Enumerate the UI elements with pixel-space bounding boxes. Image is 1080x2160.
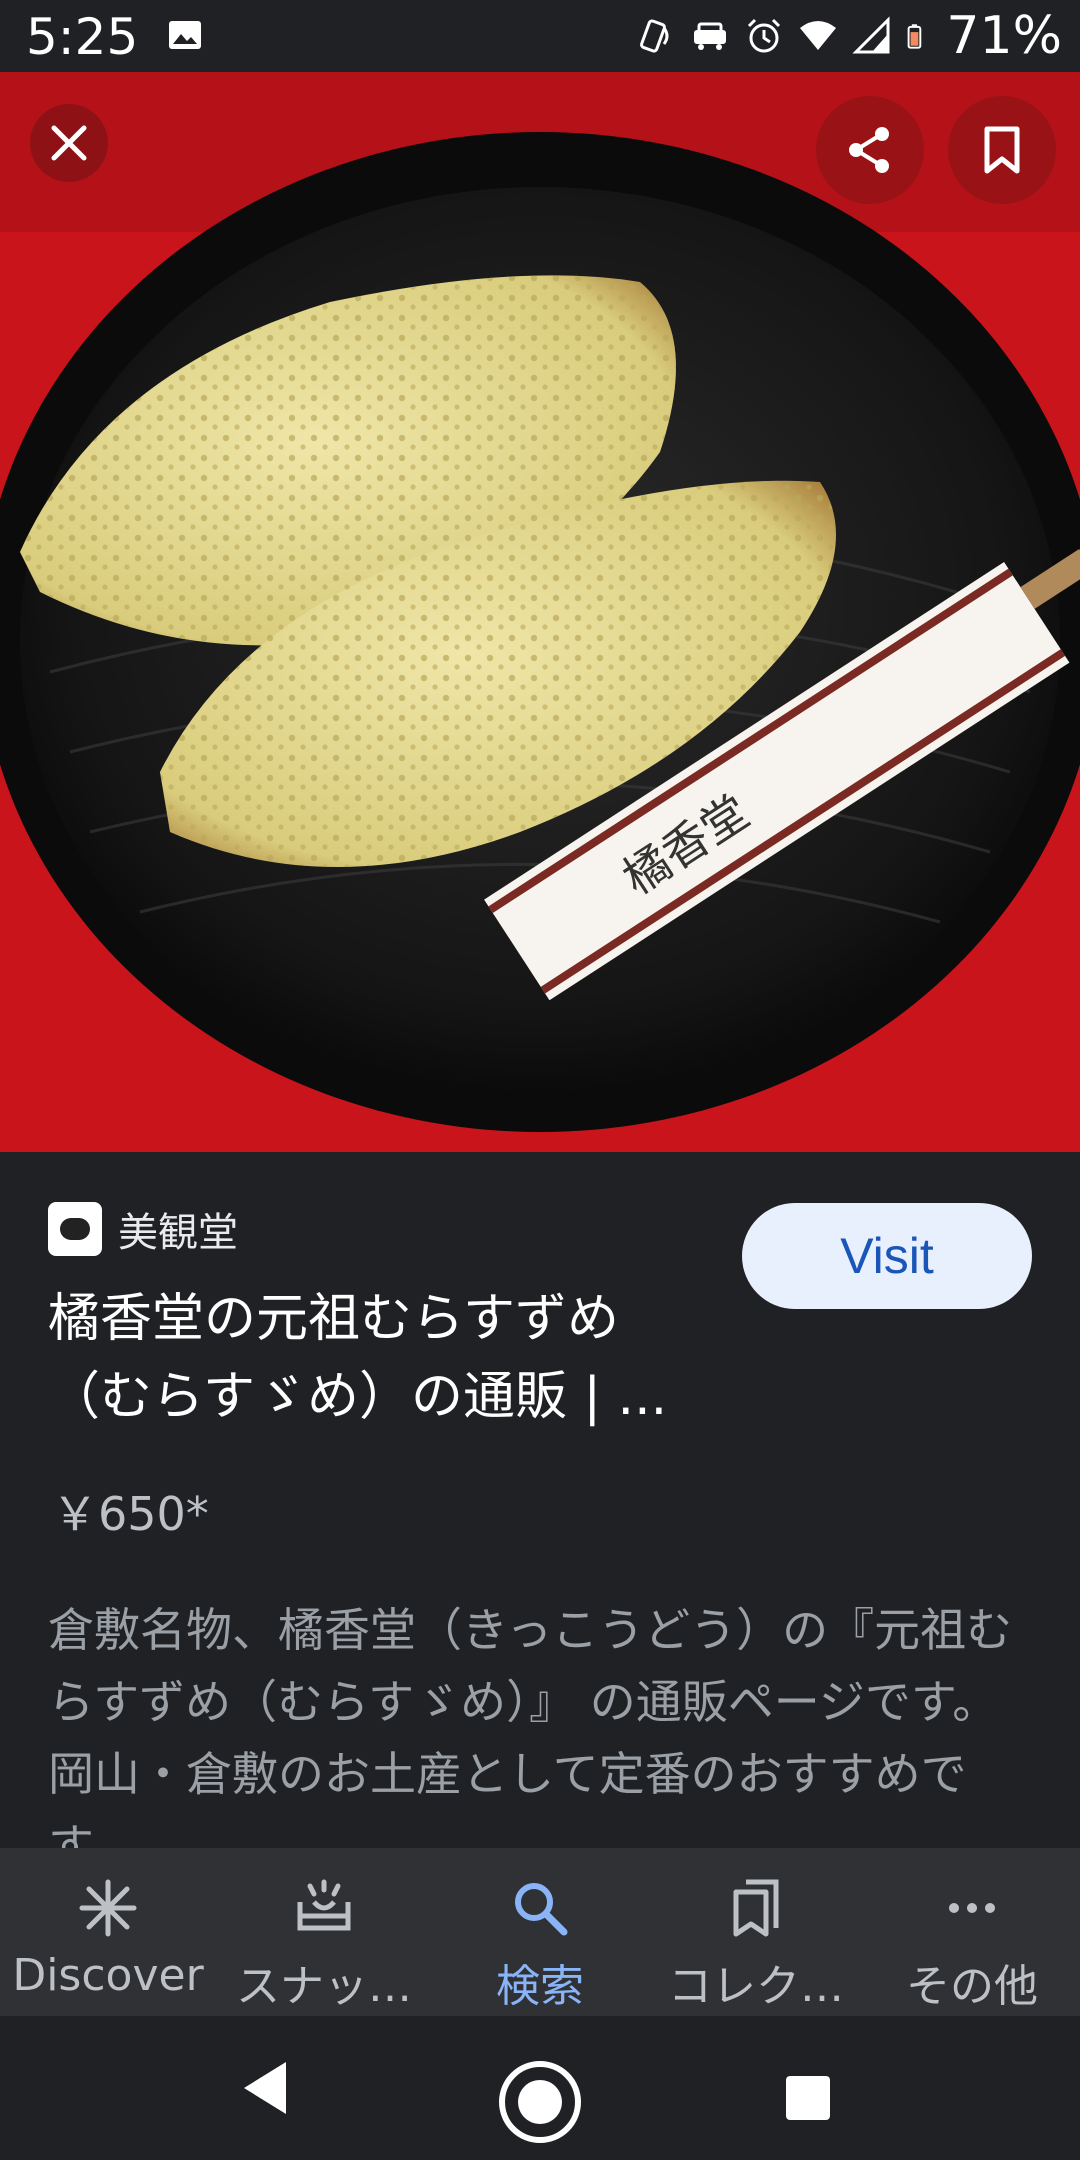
share-button[interactable] bbox=[816, 96, 924, 204]
collections-icon bbox=[733, 1879, 779, 1937]
search-icon bbox=[515, 1883, 568, 1936]
source-row[interactable]: 美観堂 bbox=[48, 1200, 238, 1258]
battery-icon bbox=[908, 24, 922, 49]
nav-label: コレク… bbox=[668, 1961, 844, 2012]
nav-discover[interactable]: Discover bbox=[0, 1848, 216, 2016]
back-icon[interactable] bbox=[240, 2058, 290, 2118]
nav-snapshot[interactable]: スナッ… bbox=[216, 1848, 432, 2016]
bookmark-icon bbox=[984, 126, 1020, 174]
nfc-icon bbox=[640, 19, 669, 53]
result-description: 倉敷名物、橘香堂（きっこうどう）の『元祖むらすずめ（むらすゞめ）』 の通販ページ… bbox=[48, 1603, 1013, 1848]
more-icon bbox=[949, 1903, 995, 1913]
result-image[interactable]: 橘香堂 bbox=[0, 72, 1080, 1152]
price: ￥650* bbox=[52, 1487, 209, 1541]
close-button[interactable] bbox=[30, 104, 108, 182]
alarm-icon bbox=[748, 18, 781, 53]
wifi-icon bbox=[800, 21, 837, 50]
image-icon bbox=[169, 21, 201, 49]
nav-search[interactable]: 検索 bbox=[432, 1848, 648, 2016]
battery-percent: 71% bbox=[946, 6, 1062, 66]
status-bar: 5:25 71% bbox=[0, 0, 1080, 72]
bookmark-button[interactable] bbox=[948, 96, 1056, 204]
nav-label: スナッ… bbox=[236, 1961, 412, 2012]
title-line-2: （むらすゞめ）の通販 | ... bbox=[48, 1367, 668, 1427]
signal-icon bbox=[852, 16, 890, 54]
snapshot-icon bbox=[297, 1879, 351, 1931]
site-favicon-icon bbox=[48, 1202, 102, 1256]
recent-apps-icon[interactable] bbox=[786, 2076, 830, 2120]
system-navigation-bar bbox=[0, 2016, 1080, 2160]
visit-button[interactable]: Visit bbox=[742, 1203, 1032, 1309]
home-icon[interactable] bbox=[498, 2060, 582, 2144]
bottom-navigation: Discover スナッ… 検索 コレク… その他 bbox=[0, 1848, 1080, 2016]
nav-collections[interactable]: コレク… bbox=[648, 1848, 864, 2016]
murasuzume-photo: 橘香堂 bbox=[0, 72, 1080, 1152]
nav-more[interactable]: その他 bbox=[864, 1848, 1080, 2016]
nav-label: Discover bbox=[12, 1950, 204, 2001]
title-line-1: 橘香堂の元祖むらすずめ bbox=[48, 1289, 619, 1349]
nav-label: 検索 bbox=[496, 1961, 584, 2012]
source-name: 美観堂 bbox=[118, 1210, 238, 1256]
discover-icon bbox=[79, 1879, 137, 1937]
nav-label: その他 bbox=[906, 1961, 1038, 2012]
car-mode-icon bbox=[694, 22, 727, 50]
status-time: 5:25 bbox=[26, 8, 139, 66]
result-title[interactable]: 橘香堂の元祖むらすずめ （むらすゞめ）の通販 | ... bbox=[48, 1280, 688, 1436]
status-icons: 71% bbox=[636, 6, 1062, 66]
close-icon bbox=[51, 125, 87, 161]
share-icon bbox=[849, 127, 889, 173]
